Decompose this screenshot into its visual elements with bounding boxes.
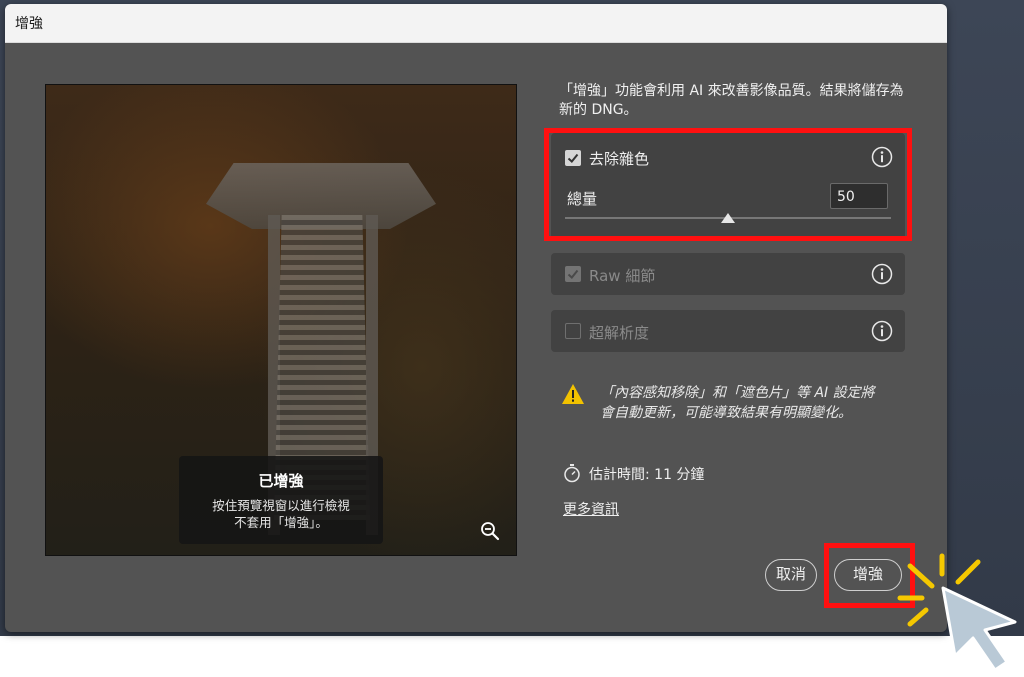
checkmark-icon xyxy=(567,269,579,279)
badge-subtitle: 按住預覽視窗以進行檢視 不套用「增強」。 xyxy=(179,497,383,531)
super-resolution-checkbox[interactable] xyxy=(565,323,581,339)
stopwatch-icon xyxy=(563,463,581,483)
highlight-box-denoise xyxy=(544,128,912,241)
raw-details-panel: Raw 細節 xyxy=(551,253,905,295)
warning-triangle-icon xyxy=(561,383,585,405)
more-info-link[interactable]: 更多資訊 xyxy=(563,499,619,519)
enhanced-badge: 已增強 按住預覽視窗以進行檢視 不套用「增強」。 xyxy=(179,456,383,544)
cancel-button[interactable]: 取消 xyxy=(765,559,817,591)
badge-subtitle-line2: 不套用「增強」。 xyxy=(234,515,328,530)
super-resolution-label: 超解析度 xyxy=(589,324,650,342)
raw-details-checkbox[interactable] xyxy=(565,266,581,282)
preview-image[interactable]: 已增強 按住預覽視窗以進行檢視 不套用「增強」。 xyxy=(45,84,517,556)
zoom-out-icon[interactable] xyxy=(480,521,500,541)
badge-title: 已增強 xyxy=(258,472,304,490)
ai-settings-warning: 「內容感知移除」和「遮色片」等 AI 設定將會自動更新，可能導致結果有明顯變化。 xyxy=(600,385,875,421)
dialog-title: 增強 xyxy=(15,16,43,32)
pointer-cursor-icon xyxy=(935,582,1024,673)
badge-subtitle-line1: 按住預覽視窗以進行檢視 xyxy=(212,498,350,513)
info-circle-icon[interactable] xyxy=(871,320,893,342)
super-resolution-panel: 超解析度 xyxy=(551,310,905,352)
raw-details-label: Raw 細節 xyxy=(589,267,656,285)
estimated-time: 估計時間: 11 分鐘 xyxy=(589,467,705,483)
enhance-description: 「增強」功能會利用 AI 來改善影像品質。結果將儲存為新的 DNG。 xyxy=(559,83,904,118)
dialog-titlebar: 增強 xyxy=(5,4,947,43)
info-circle-icon[interactable] xyxy=(871,263,893,285)
